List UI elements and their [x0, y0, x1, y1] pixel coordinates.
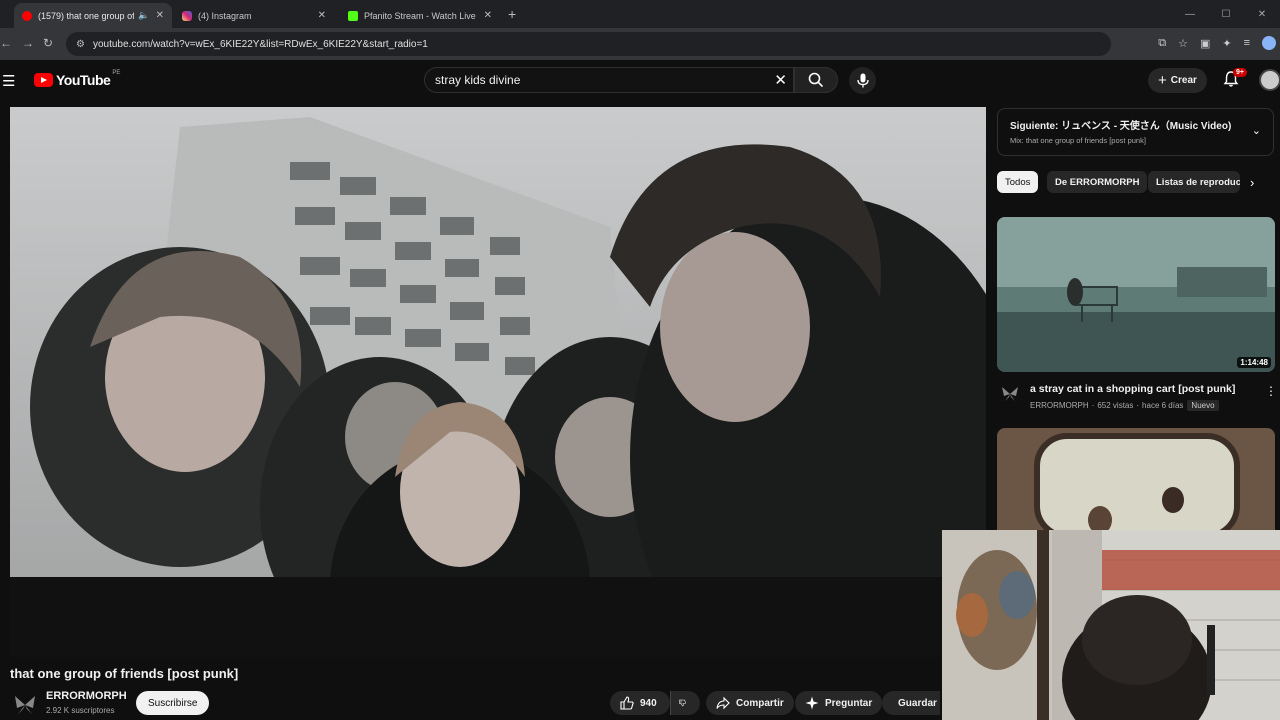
thumbs-up-icon	[620, 696, 634, 710]
extension-icon[interactable]: ▣	[1200, 37, 1210, 50]
search-button[interactable]	[794, 67, 838, 93]
share-label: Compartir	[736, 697, 784, 709]
window-controls: — ☐ ✕	[1172, 0, 1280, 28]
webcam-image	[942, 530, 1280, 720]
close-tab-icon[interactable]: ✕	[156, 10, 164, 21]
meta-separator: ·	[1136, 401, 1140, 410]
url-field[interactable]: ⚙ youtube.com/watch?v=wEx_6KIE22Y&list=R…	[66, 32, 1111, 56]
reload-icon[interactable]: ↻	[43, 36, 53, 50]
microphone-icon	[856, 73, 869, 88]
channel-name[interactable]: ERRORMORPH	[46, 690, 127, 702]
forward-icon[interactable]: →	[22, 36, 34, 50]
share-arrow-icon	[716, 696, 730, 710]
maximize-icon[interactable]: ☐	[1208, 0, 1244, 28]
clear-search-icon[interactable]: ✕	[774, 71, 787, 89]
recommendation-thumbnail[interactable]: 1:14:48	[997, 217, 1275, 372]
thumbnail-image	[997, 217, 1275, 372]
search-input[interactable]: stray kids divine ✕	[424, 67, 794, 93]
back-icon[interactable]: ←	[0, 36, 12, 50]
plus-icon: +	[1158, 72, 1167, 89]
chip-listas-de-reproduccion[interactable]: Listas de reproducción	[1148, 171, 1240, 193]
chip-de-errormorph[interactable]: De ERRORMORPH	[1047, 171, 1148, 193]
close-tab-icon[interactable]: ✕	[484, 10, 492, 21]
youtube-logo[interactable]: YouTube PE	[34, 70, 121, 88]
dislike-button[interactable]	[670, 691, 700, 715]
address-bar-row: ← → ↻ ⚙ youtube.com/watch?v=wEx_6KIE22Y&…	[0, 28, 1280, 60]
save-label: Guardar	[898, 697, 937, 709]
close-tab-icon[interactable]: ✕	[318, 10, 326, 21]
hamburger-menu-icon[interactable]: ☰	[2, 72, 15, 90]
logo-text: YouTube	[56, 72, 111, 88]
tab-title: (4) Instagram	[198, 10, 252, 21]
video-frame-image	[10, 107, 986, 657]
country-code: PE	[112, 70, 121, 76]
recommendation-channel: ERRORMORPH	[1030, 401, 1089, 410]
channel-avatar[interactable]	[12, 692, 38, 718]
subscriber-count: 2.92 K suscriptores	[46, 706, 115, 715]
recommendation-age: hace 6 días	[1142, 401, 1184, 410]
bookmark-star-icon[interactable]: ☆	[1178, 37, 1188, 50]
video-duration: 1:14:48	[1237, 357, 1271, 368]
minimize-icon[interactable]: —	[1172, 0, 1208, 28]
puzzle-icon[interactable]: ✦	[1222, 37, 1231, 50]
tab-youtube[interactable]: (1579) that one group of fri 🔈 ✕	[14, 3, 172, 28]
instagram-favicon-icon	[182, 10, 192, 21]
up-next-subtitle: Mix: that one group of friends [post pun…	[1010, 136, 1146, 145]
close-window-icon[interactable]: ✕	[1244, 0, 1280, 28]
kick-favicon-icon	[348, 10, 358, 21]
chevron-right-icon[interactable]: ›	[1250, 175, 1254, 190]
up-next-panel[interactable]: Siguiente: リュベンス - 天使さん（Music Video) Mix…	[997, 108, 1274, 156]
create-button[interactable]: + Crear	[1148, 68, 1207, 93]
chip-todos[interactable]: Todos	[997, 171, 1039, 193]
thumbs-down-icon	[679, 699, 686, 707]
chevron-down-icon[interactable]: ⌄	[1252, 124, 1261, 137]
up-next-title: Siguiente: リュベンス - 天使さん（Music Video)	[1010, 121, 1232, 132]
share-button[interactable]: Compartir	[706, 691, 794, 715]
voice-search-button[interactable]	[849, 67, 876, 94]
youtube-header: ☰ YouTube PE stray kids divine ✕ + Crear…	[0, 60, 1280, 102]
reading-list-icon[interactable]: ≡	[1244, 37, 1250, 49]
account-avatar[interactable]	[1259, 69, 1280, 91]
new-tab-button[interactable]: +	[508, 6, 516, 22]
notification-count-badge: 9+	[1233, 68, 1247, 77]
youtube-favicon-icon	[22, 10, 32, 21]
site-info-icon[interactable]: ⚙	[76, 39, 85, 50]
subscribe-button[interactable]: Suscribirse	[136, 691, 210, 715]
url-text: youtube.com/watch?v=wEx_6KIE22Y&list=RDw…	[92, 38, 428, 50]
new-badge: Nuevo	[1187, 400, 1219, 411]
like-button[interactable]: 940	[610, 691, 670, 715]
video-title: that one group of friends [post punk]	[10, 666, 239, 681]
recommendation-title[interactable]: a stray cat in a shopping cart [post pun…	[1030, 383, 1235, 395]
tab-title: Pfanito Stream - Watch Live on	[364, 10, 478, 21]
thumbnail-image	[997, 428, 1275, 530]
sparkle-icon	[805, 696, 819, 710]
youtube-play-icon	[34, 73, 53, 87]
search-icon	[808, 72, 824, 88]
install-app-icon[interactable]: ⧉	[1158, 37, 1166, 50]
webcam-overlay	[942, 530, 1280, 720]
speaker-icon[interactable]: 🔈	[138, 10, 149, 21]
recommendation-thumbnail[interactable]	[997, 428, 1275, 530]
more-options-icon[interactable]: ⋮	[1265, 384, 1277, 398]
ask-button[interactable]: Preguntar	[795, 691, 883, 715]
search-query: stray kids divine	[435, 73, 521, 87]
video-player[interactable]	[10, 107, 986, 657]
tab-kick[interactable]: Pfanito Stream - Watch Live on ✕	[340, 3, 500, 28]
profile-avatar[interactable]	[1262, 36, 1276, 50]
recommendation-views: 652 vistas	[1097, 401, 1134, 410]
extensions-area: ⧉ ☆ ▣ ✦ ≡	[1158, 36, 1276, 50]
tab-title: (1579) that one group of fri	[38, 10, 135, 21]
like-count: 940	[640, 697, 657, 709]
meta-separator: ·	[1091, 401, 1095, 410]
browser-tab-strip: (1579) that one group of fri 🔈 ✕ (4) Ins…	[0, 0, 1280, 28]
save-button[interactable]: Guardar	[882, 691, 940, 715]
tab-instagram[interactable]: (4) Instagram ✕	[174, 3, 334, 28]
ask-label: Preguntar	[825, 697, 873, 709]
recommendation-meta: ERRORMORPH · 652 vistas · hace 6 días Nu…	[1030, 400, 1219, 411]
create-label: Crear	[1170, 75, 1197, 86]
channel-avatar[interactable]	[1000, 384, 1020, 404]
